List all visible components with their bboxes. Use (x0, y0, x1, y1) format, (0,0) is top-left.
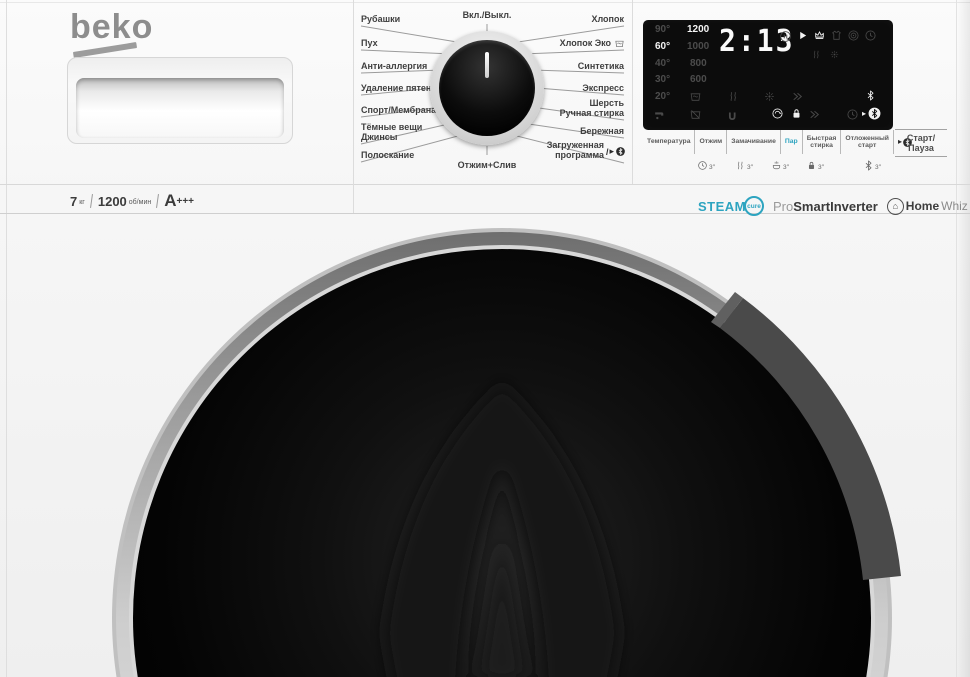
badge-divider (156, 194, 159, 208)
fast-plus-option-icon (808, 108, 821, 121)
pause-indicator-icon (779, 30, 792, 43)
cold-wash-faucet-icon (653, 108, 666, 121)
pet-hair-option-icon (763, 90, 776, 103)
spin-button[interactable]: Отжим (694, 130, 726, 154)
downloaded-program-bluetooth: / ▸ (606, 146, 626, 157)
option-buttons: Температура Отжим Замачивание Пар Быстра… (643, 130, 885, 154)
drum-light-icon (771, 107, 784, 120)
hold-hint-steam: 3″ (735, 160, 753, 171)
drain-option-icon: ∪ (727, 108, 738, 124)
program-dial-section: Вкл./Выкл. Рубашки Пух Анти-аллергия Уда… (353, 0, 632, 185)
spin-600: 600 (690, 74, 707, 85)
spin-1200-active: 1200 (687, 24, 709, 35)
temp-20: 20° (655, 91, 670, 102)
soak-button[interactable]: Замачивание (726, 130, 780, 154)
dial-label-stain-removal: Удаление пятен (361, 83, 431, 93)
cotton-eco-icon (614, 36, 625, 54)
dial-label-shirts: Рубашки (361, 14, 400, 24)
shirt-indicator-icon (830, 29, 843, 42)
hold-hint-pot: 3″ (771, 160, 789, 171)
detergent-drawer[interactable] (67, 57, 293, 144)
temperature-button[interactable]: Температура (643, 130, 694, 154)
display-panel: 90° 60° 40° 30° 20° 1200 1000 800 600 2:… (643, 20, 893, 130)
play-small-icon: ▸ (609, 146, 614, 157)
dial-label-spin-drain: Отжим+Слив (447, 160, 527, 170)
drum-clean-indicator-icon (847, 29, 860, 42)
spin-unit: об/мин (129, 199, 151, 206)
no-spin-icon (689, 108, 702, 121)
homewhiz-logo: ⌂ HomeWhiz (887, 198, 968, 215)
fast-wash-button[interactable]: Быстрая стирка (802, 130, 841, 154)
running-indicator-icon (797, 30, 808, 41)
spec-badge: 7 кг 1200 об/мин A +++ (70, 189, 194, 213)
dial-label-down: Пух (361, 38, 378, 48)
temp-30: 30° (655, 74, 670, 85)
badge-divider (90, 194, 93, 208)
washing-machine-front: beko 7 кг 1200 об/мин A +++ (0, 0, 970, 677)
steam-indicator-icon (811, 49, 822, 60)
homewhiz-house-icon: ⌂ (887, 198, 904, 215)
panel-seam-vertical-right (632, 0, 633, 184)
dial-label-express: Экспресс (582, 83, 624, 93)
temp-90: 90° (655, 24, 670, 35)
spin-value: 1200 (98, 194, 127, 209)
child-lock-icon (790, 107, 803, 120)
bluetooth-status-icon (865, 90, 876, 101)
temp-40: 40° (655, 58, 670, 69)
energy-class-plus: +++ (177, 196, 195, 207)
hold-hint-bluetooth: 3″ (863, 160, 881, 171)
dial-label-cotton-eco: Хлопок Эко (560, 38, 611, 48)
dial-label-anti-allergy: Анти-аллергия (361, 61, 427, 71)
soak-option-icon (727, 90, 740, 103)
start-pause-button[interactable]: Старт/ Пауза (895, 129, 947, 157)
dial-label-downloaded-program: Загруженная программа (547, 140, 604, 160)
dial-label-delicate: Бережная (580, 126, 624, 136)
dial-indicator (485, 52, 489, 78)
dial-label-synthetics: Синтетика (578, 61, 624, 71)
hold-hint-drumlight: 3″ (697, 160, 715, 171)
dial-label-power: Вкл./Выкл. (447, 10, 527, 20)
delay-start-button[interactable]: Отложенный старт (840, 130, 893, 154)
energy-class: A (164, 191, 176, 211)
delay-indicator-icon (864, 29, 877, 42)
bluetooth-badge-icon (615, 146, 626, 157)
capacity-value: 7 (70, 194, 77, 209)
prosmartinverter-logo: ProSmartInverter (773, 199, 878, 214)
temp-60-active: 60° (655, 41, 670, 52)
door-area (0, 213, 970, 677)
fast-wash-option-icon (791, 90, 804, 103)
dial-label-wool-handwash: Шерсть Ручная стирка (560, 98, 624, 118)
anticrease-indicator-icon (829, 49, 840, 60)
drawer-handle-recess[interactable] (76, 78, 284, 138)
spin-1000: 1000 (687, 41, 709, 52)
spin-800: 800 (690, 58, 707, 69)
slash: / (606, 147, 609, 157)
delay-start-option-icon (846, 108, 859, 121)
homewhiz-connect-icon: ▸ (862, 106, 882, 121)
dial-label-cotton: Хлопок (591, 14, 624, 24)
rinse-hold-icon (689, 90, 702, 103)
brand-logo: beko (70, 8, 153, 47)
dial-label-sport-membrane: Спорт/Мембрана (361, 105, 436, 115)
dial-label-dark-jeans: Тёмные вещи Джинсы (361, 122, 422, 142)
capacity-unit: кг (79, 199, 85, 206)
steamcure-indicator-icon (813, 29, 826, 42)
hold-hint-childlock: 3″ (806, 160, 824, 171)
dial-label-rinse: Полоскание (361, 150, 414, 160)
steam-button[interactable]: Пар (780, 130, 802, 154)
